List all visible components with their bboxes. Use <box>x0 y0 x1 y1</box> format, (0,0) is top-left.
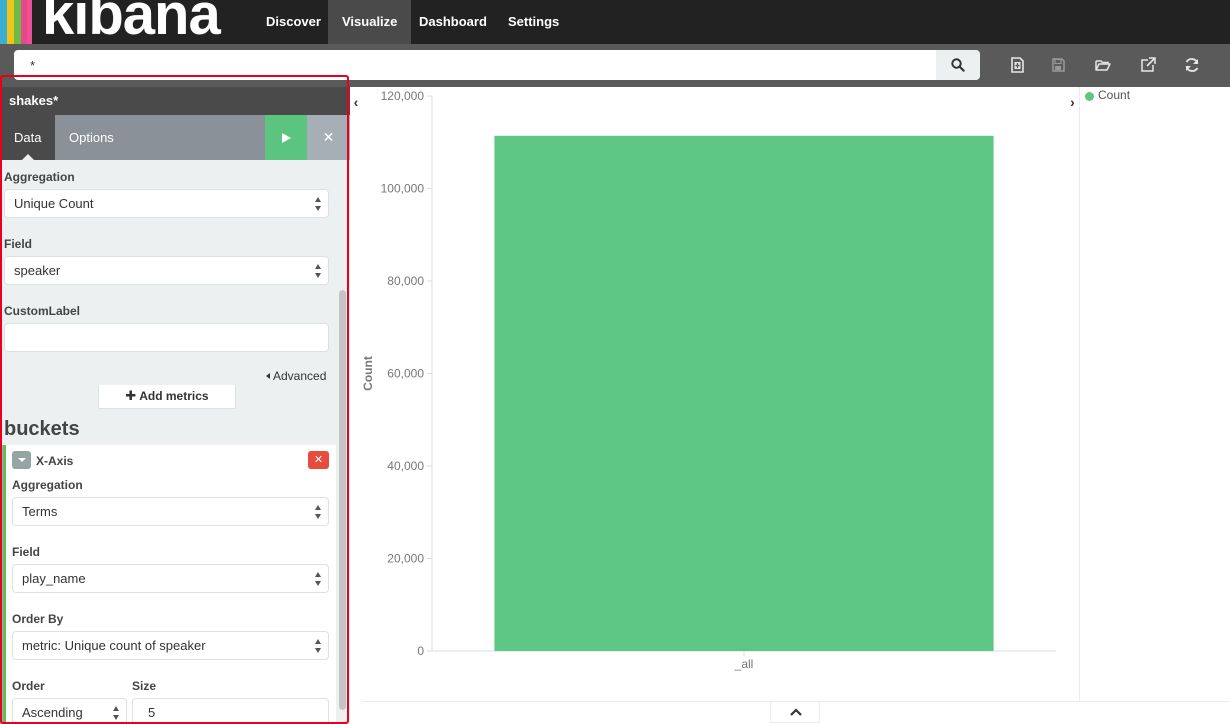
brand-name: kibana <box>42 0 221 44</box>
bucket-field-select[interactable]: play_name <box>12 564 329 593</box>
size-input[interactable]: 5 <box>132 698 329 724</box>
tab-data[interactable]: Data <box>0 115 56 160</box>
bucket-aggregation-select[interactable]: Terms <box>12 497 329 526</box>
add-metrics-label: Add metrics <box>139 389 209 403</box>
tab-options[interactable]: Options <box>55 115 128 160</box>
plus-icon: ✚ <box>125 388 137 403</box>
vis-editor-sidebar: shakes* Data Options ✕ Aggregation Uniqu… <box>0 87 350 724</box>
size-label: Size <box>132 679 157 693</box>
y-tick-label: 0 <box>417 644 424 658</box>
metric-aggregation-select[interactable]: Unique Count <box>4 189 329 218</box>
share-icon[interactable] <box>1139 56 1157 74</box>
editor-tabbar: Data Options ✕ <box>0 115 350 160</box>
nav-settings[interactable]: Settings <box>494 0 573 44</box>
editor-scrollbar[interactable] <box>339 290 346 710</box>
order-by-select[interactable]: metric: Unique count of speaker <box>12 631 329 660</box>
logo-stripe <box>0 0 7 44</box>
custom-label-label: CustomLabel <box>4 304 81 318</box>
chevron-left-icon: ‹ <box>353 94 359 110</box>
caret-down-icon <box>18 458 26 462</box>
legend-item-count[interactable]: Count <box>1080 87 1180 105</box>
metric-field-select[interactable]: speaker <box>4 256 329 285</box>
kibana-logo[interactable]: kibana <box>0 0 232 44</box>
select-value: play_name <box>22 571 86 586</box>
save-icon[interactable] <box>1049 56 1067 74</box>
spy-panel-bar <box>362 701 1230 724</box>
bar-chart: 0 20,000 40,000 60,000 80,000 100,000 120,000 C… <box>361 89 1056 671</box>
top-navbar: kibana Discover Visualize Dashboard Sett… <box>0 0 1230 44</box>
collapse-bucket-button[interactable] <box>12 451 31 469</box>
discard-changes-button[interactable]: ✕ <box>307 115 350 160</box>
advanced-toggle[interactable]: Advanced <box>266 369 326 383</box>
y-axis-title: Count <box>362 356 375 391</box>
legend-dot <box>1085 92 1094 101</box>
chevron-right-icon: › <box>1070 94 1075 110</box>
open-spy-panel-button[interactable] <box>770 702 820 723</box>
y-tick-label: 40,000 <box>387 459 424 473</box>
chart-area: 0 20,000 40,000 60,000 80,000 100,000 120,000 C… <box>361 87 1066 701</box>
select-value: Unique Count <box>14 196 94 211</box>
logo-stripe <box>27 0 32 44</box>
order-by-label: Order By <box>12 612 64 626</box>
x-tick-label: _all <box>734 657 754 671</box>
select-value: Terms <box>22 504 58 519</box>
caret-left-icon <box>266 373 270 379</box>
search-button[interactable] <box>936 50 980 80</box>
legend-label: Count <box>1098 88 1131 102</box>
select-caret-icon <box>315 197 322 211</box>
new-visualization-icon[interactable] <box>1008 56 1026 74</box>
bucket-field-label: Field <box>12 545 41 559</box>
select-caret-icon <box>315 572 322 586</box>
nav-visualize[interactable]: Visualize <box>328 0 412 44</box>
y-tick-label: 20,000 <box>387 552 424 566</box>
select-caret-icon <box>113 706 120 720</box>
remove-bucket-button[interactable]: ✕ <box>308 451 329 469</box>
nav-dashboard[interactable]: Dashboard <box>405 0 501 44</box>
collapse-sidebar-button[interactable]: ‹ <box>350 87 362 117</box>
bar <box>494 135 994 651</box>
toggle-legend-button[interactable]: › <box>1066 87 1079 117</box>
select-caret-icon <box>315 639 322 653</box>
nav-discover[interactable]: Discover <box>252 0 335 44</box>
xaxis-label: X-Axis <box>36 454 74 468</box>
chart-legend: Count <box>1079 87 1230 701</box>
size-value: 5 <box>148 705 156 720</box>
buckets-heading: buckets <box>4 418 80 440</box>
select-value: Ascending <box>22 705 83 720</box>
custom-label-input[interactable] <box>4 323 329 352</box>
editor-form: Aggregation Unique Count Field speaker C… <box>0 160 350 724</box>
field-label: Field <box>4 237 33 251</box>
y-tick-label: 100,000 <box>381 182 425 196</box>
bucket-color-bar <box>3 445 6 724</box>
vis-title: shakes* <box>0 87 350 115</box>
y-tick-label: 60,000 <box>387 367 424 381</box>
chevron-up-icon <box>790 708 802 716</box>
order-label: Order <box>12 679 45 693</box>
open-icon[interactable] <box>1094 56 1112 74</box>
play-icon <box>282 133 291 143</box>
apply-changes-button[interactable] <box>265 115 307 160</box>
logo-stripe <box>14 0 21 44</box>
refresh-icon[interactable] <box>1183 56 1201 74</box>
y-tick-label: 80,000 <box>387 274 424 288</box>
y-tick-label: 120,000 <box>381 89 425 103</box>
order-select[interactable]: Ascending <box>12 698 127 724</box>
search-icon <box>951 58 965 72</box>
close-icon: ✕ <box>313 454 324 466</box>
advanced-label: Advanced <box>273 369 327 383</box>
logo-stripe <box>7 0 14 44</box>
search-input[interactable] <box>14 50 936 80</box>
search-bar <box>0 44 1230 87</box>
select-value: speaker <box>14 263 61 278</box>
add-metrics-button[interactable]: ✚ Add metrics <box>98 385 236 409</box>
select-value: metric: Unique count of speaker <box>22 638 206 653</box>
aggregation-label: Aggregation <box>4 170 75 184</box>
bucket-aggregation-label: Aggregation <box>12 478 83 492</box>
select-caret-icon <box>315 264 322 278</box>
select-caret-icon <box>315 505 322 519</box>
